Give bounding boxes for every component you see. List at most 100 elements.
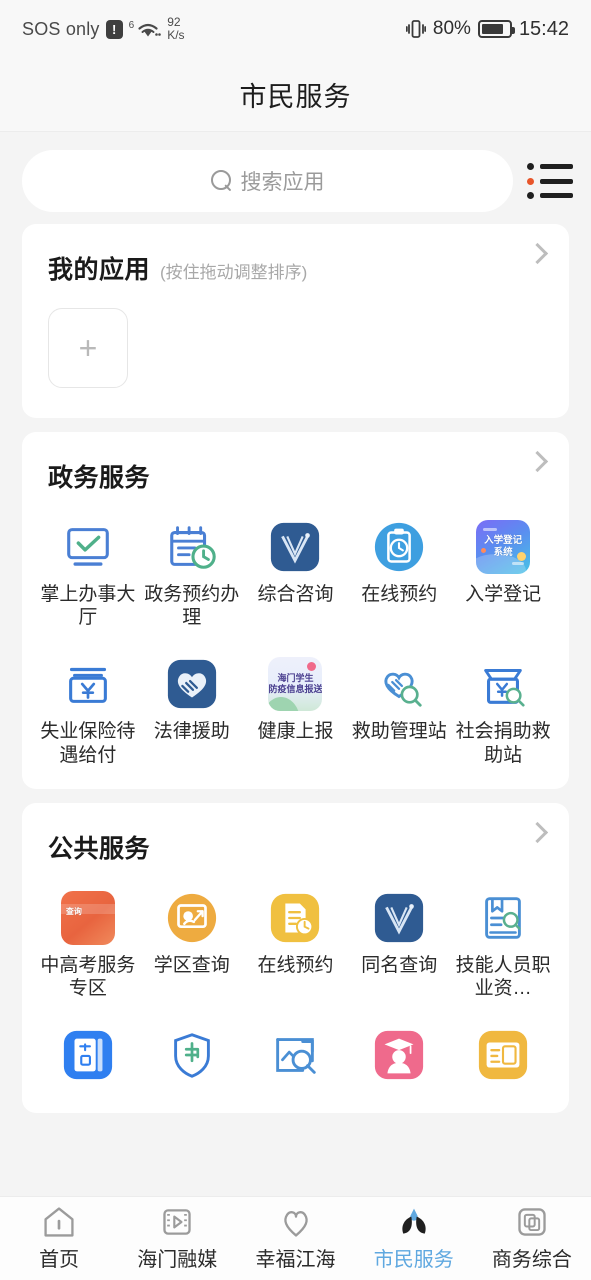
network-speed-unit: K/s (167, 28, 185, 42)
clock-label: 15:42 (518, 17, 569, 40)
app-tile-label: 技能人员职业资… (455, 954, 551, 999)
section-header: 政务服务 (22, 432, 569, 494)
add-app-button[interactable]: + (48, 308, 128, 388)
battery-fill (481, 24, 503, 34)
copy-squares-icon (514, 1205, 550, 1239)
tab-leaf-drop[interactable]: 市民服务 (355, 1205, 473, 1272)
app-tile-label: 掌上办事大厅 (40, 584, 136, 629)
tab-copy-squares[interactable]: 商务综合 (473, 1205, 591, 1272)
app-tile-label: 在线预约 (257, 954, 334, 976)
network-speed: 92 K/s (167, 16, 184, 41)
calendar-clock-icon (165, 520, 219, 574)
battery-icon (477, 20, 515, 38)
app-tile-label: 社会捐助救助站 (455, 721, 551, 766)
wifi-generation-label: 6 (128, 20, 135, 31)
status-bar-left: SOS only ! 6 92 K/s (22, 16, 185, 41)
battery-percent-label: 80% (432, 18, 471, 39)
leaf-drop-icon (396, 1205, 432, 1239)
my-apps-title: 我的应用 (48, 256, 151, 284)
vibrate-icon (405, 20, 426, 38)
app-tile[interactable]: 入学登记 系统 入学登记 (451, 510, 555, 641)
app-tile[interactable]: 综合咨询 (244, 510, 348, 641)
book-search-icon (476, 891, 530, 945)
app-tile-label: 在线预约 (361, 584, 438, 605)
search-icon (210, 170, 233, 192)
app-tile[interactable]: 法律援助 (140, 647, 244, 778)
warning-badge-icon: ! (105, 19, 123, 39)
my-apps-body: + (22, 286, 569, 418)
status-bar-right: 80% 15:42 (405, 17, 569, 41)
content-scroll-area[interactable]: 搜索应用 我的应用 (按住拖动调整排序) + 政务服务掌上办事大厅 政务预约办理综… (0, 132, 591, 1196)
app-tile[interactable] (140, 1018, 244, 1103)
donation-box-search-icon (476, 657, 530, 711)
app-tile[interactable] (347, 1018, 451, 1103)
app-tile[interactable]: 失业保险待遇给付 (36, 647, 140, 778)
v-app-icon (268, 520, 322, 574)
service-sections: 政务服务 掌上办事大厅 政务预约办理 综合咨询 在线预约 入学登记 系统 入学登记 失业保险待遇… (0, 432, 591, 1114)
search-placeholder: 搜索应用 (240, 171, 325, 194)
tab-heart-pin[interactable]: 幸福江海 (236, 1205, 354, 1272)
tab-label: 商务综合 (491, 1249, 572, 1271)
my-apps-card: 我的应用 (按住拖动调整排序) + (22, 224, 569, 418)
wifi-icon (138, 23, 162, 37)
tab-label: 海门融媒 (137, 1249, 218, 1271)
app-tile[interactable] (451, 1018, 555, 1103)
app-tile-label: 学区查询 (153, 954, 230, 976)
enrollment-card-icon: 入学登记 系统 (476, 520, 531, 574)
app-tile[interactable]: 救助管理站 (347, 647, 451, 778)
app-tile-label: 政务预约办理 (144, 584, 240, 629)
service-section-card: 公共服务查询 中高考服务专区 学区查询 在线预约 同名查询 技能人员职业资… (22, 802, 569, 1114)
page-header: 市民服务 (0, 58, 591, 132)
chevron-right-icon[interactable] (526, 450, 549, 473)
id-card-icon (476, 1028, 530, 1082)
my-apps-subtitle: (按住拖动调整排序) (160, 263, 308, 282)
tab-label: 幸福江海 (255, 1249, 336, 1271)
app-tile[interactable]: 在线预约 (244, 881, 348, 1012)
search-input[interactable]: 搜索应用 (22, 150, 513, 212)
chevron-right-icon[interactable] (526, 242, 549, 265)
section-title: 公共服务 (48, 834, 151, 863)
enrollment-card-icon: 入学登记 系统 (476, 520, 531, 574)
health-report-card-icon: 海门学生 防疫信息报送 (268, 657, 323, 712)
app-tile[interactable]: 在线预约 (347, 510, 451, 641)
app-tile-label: 健康上报 (257, 721, 334, 743)
app-tile[interactable]: 同名查询 (347, 881, 451, 1012)
media-play-icon (159, 1205, 195, 1239)
wifi-icon-group: 6 (129, 18, 162, 40)
handshake-heart-filled-icon (165, 657, 219, 711)
section-header: 公共服务 (22, 803, 569, 865)
app-tile-label: 综合咨询 (257, 584, 334, 605)
app-tile[interactable]: 学区查询 (140, 881, 244, 1012)
app-tile[interactable] (36, 1018, 140, 1103)
app-tile[interactable]: 政务预约办理 (140, 510, 244, 641)
graduate-avatar-icon (372, 1028, 426, 1082)
document-clock-icon (268, 891, 322, 945)
yuan-box-icon (61, 657, 115, 711)
service-section-card: 政务服务掌上办事大厅 政务预约办理 综合咨询 在线预约 入学登记 系统 入学登记失业保险待遇… (22, 432, 569, 789)
household-card-icon (61, 1028, 115, 1082)
app-tile[interactable]: 掌上办事大厅 (36, 510, 140, 641)
tab-media-play[interactable]: 海门融媒 (118, 1205, 236, 1272)
tab-home[interactable]: 首页 (0, 1205, 118, 1272)
app-tile[interactable]: 海门学生 防疫信息报送健康上报 (244, 647, 348, 778)
health-report-card-icon: 海门学生 防疫信息报送 (268, 657, 323, 712)
carrier-label: SOS only (22, 18, 100, 39)
app-grid: 查询 中高考服务专区 学区查询 在线预约 同名查询 技能人员职业资… (22, 865, 569, 1113)
app-tile[interactable] (244, 1018, 348, 1103)
app-tile[interactable]: 技能人员职业资… (451, 881, 555, 1012)
clipboard-clock-circle-icon (372, 520, 426, 574)
list-view-icon[interactable] (527, 160, 573, 202)
chevron-right-icon[interactable] (526, 821, 549, 843)
my-apps-header: 我的应用 (按住拖动调整排序) (22, 224, 569, 286)
subsidy-shield-icon (165, 1028, 219, 1082)
app-tile-label: 同名查询 (361, 954, 438, 976)
v-app-icon (372, 891, 426, 945)
page-title: 市民服务 (239, 82, 352, 112)
app-tile[interactable]: 查询 中高考服务专区 (36, 881, 140, 1012)
app-tile[interactable]: 社会捐助救助站 (451, 647, 555, 778)
app-tile-label: 法律援助 (153, 721, 230, 743)
blackboard-circle-icon (165, 891, 219, 945)
monitor-check-icon (61, 520, 115, 574)
exam-zone-card-icon: 查询 (60, 890, 115, 945)
search-row: 搜索应用 (0, 132, 591, 224)
